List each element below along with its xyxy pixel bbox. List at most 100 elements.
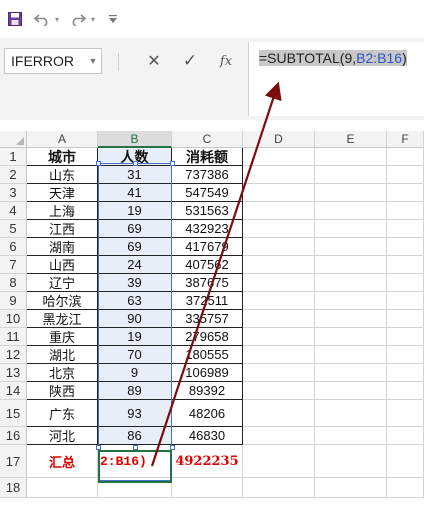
cell-c2[interactable]: 737386 — [172, 166, 243, 184]
cell-e6[interactable] — [315, 238, 387, 256]
cell-e12[interactable] — [315, 346, 387, 364]
column-header-d[interactable]: D — [243, 131, 315, 148]
row-header-8[interactable]: 8 — [0, 274, 27, 292]
selection-handle[interactable] — [133, 161, 138, 166]
cell-b4[interactable]: 19 — [98, 202, 172, 220]
row-header-7[interactable]: 7 — [0, 256, 27, 274]
cell-e9[interactable] — [315, 292, 387, 310]
cell-d9[interactable] — [243, 292, 315, 310]
cell-a14[interactable]: 陕西 — [27, 382, 98, 400]
cell-b15[interactable]: 93 — [98, 400, 172, 427]
insert-function-button[interactable]: fx — [212, 48, 240, 74]
cell-d12[interactable] — [243, 346, 315, 364]
cell-d2[interactable] — [243, 166, 315, 184]
cell-a8[interactable]: 辽宁 — [27, 274, 98, 292]
cell-a6[interactable]: 湖南 — [27, 238, 98, 256]
cell-d7[interactable] — [243, 256, 315, 274]
formula-input[interactable]: =SUBTOTAL(9,B2:B16) — [248, 42, 424, 116]
cancel-button[interactable]: ✕ — [140, 48, 168, 74]
row-header-6[interactable]: 6 — [0, 238, 27, 256]
selection-handle[interactable] — [170, 161, 175, 166]
cell-d18[interactable] — [243, 478, 315, 498]
cell-a5[interactable]: 江西 — [27, 220, 98, 238]
cell-d5[interactable] — [243, 220, 315, 238]
cell-e18[interactable] — [315, 478, 387, 498]
cell-b12[interactable]: 70 — [98, 346, 172, 364]
cell-b13[interactable]: 9 — [98, 364, 172, 382]
cell-b2[interactable]: 31 — [98, 166, 172, 184]
undo-dropdown-icon[interactable]: ▾ — [52, 9, 62, 29]
cell-a4[interactable]: 上海 — [27, 202, 98, 220]
cell-a10[interactable]: 黑龙江 — [27, 310, 98, 328]
cell-f15[interactable] — [387, 400, 424, 427]
row-header-17[interactable]: 17 — [0, 445, 27, 478]
row-header-10[interactable]: 10 — [0, 310, 27, 328]
cell-c4[interactable]: 531563 — [172, 202, 243, 220]
cell-b16[interactable]: 86 — [98, 427, 172, 445]
cell-f2[interactable] — [387, 166, 424, 184]
cell-e13[interactable] — [315, 364, 387, 382]
row-header-3[interactable]: 3 — [0, 184, 27, 202]
cell-e17[interactable] — [315, 445, 387, 478]
cell-f13[interactable] — [387, 364, 424, 382]
total-label-cell[interactable]: 汇总 — [27, 445, 98, 478]
cell-d11[interactable] — [243, 328, 315, 346]
cell-c15[interactable]: 48206 — [172, 400, 243, 427]
header-cell-a[interactable]: 城市 — [27, 148, 98, 166]
selection-handle[interactable] — [133, 445, 138, 450]
cell-d17[interactable] — [243, 445, 315, 478]
cell-b9[interactable]: 63 — [98, 292, 172, 310]
cell-c16[interactable]: 46830 — [172, 427, 243, 445]
row-header-15[interactable]: 15 — [0, 400, 27, 427]
cell-f12[interactable] — [387, 346, 424, 364]
cell-e4[interactable] — [315, 202, 387, 220]
cell-c6[interactable]: 417679 — [172, 238, 243, 256]
cell-a15[interactable]: 广东 — [27, 400, 98, 427]
cell-e14[interactable] — [315, 382, 387, 400]
cell-e16[interactable] — [315, 427, 387, 445]
row-header-13[interactable]: 13 — [0, 364, 27, 382]
cell-b14[interactable]: 89 — [98, 382, 172, 400]
redo-icon[interactable] — [68, 9, 88, 29]
cell-b3[interactable]: 41 — [98, 184, 172, 202]
cell-c11[interactable]: 279658 — [172, 328, 243, 346]
cell-f16[interactable] — [387, 427, 424, 445]
row-header-11[interactable]: 11 — [0, 328, 27, 346]
selection-handle[interactable] — [170, 445, 175, 450]
row-header-9[interactable]: 9 — [0, 292, 27, 310]
cell-e5[interactable] — [315, 220, 387, 238]
redo-dropdown-icon[interactable]: ▾ — [88, 9, 98, 29]
cell-b7[interactable]: 24 — [98, 256, 172, 274]
row-header-18[interactable]: 18 — [0, 478, 27, 498]
customize-toolbar-icon[interactable] — [106, 9, 120, 29]
chevron-down-icon[interactable]: ▼ — [85, 56, 101, 66]
cell-c5[interactable]: 432923 — [172, 220, 243, 238]
cell-d15[interactable] — [243, 400, 315, 427]
cell-d16[interactable] — [243, 427, 315, 445]
cell-b6[interactable]: 69 — [98, 238, 172, 256]
cell-f17[interactable] — [387, 445, 424, 478]
cell-e8[interactable] — [315, 274, 387, 292]
select-all-corner[interactable] — [0, 131, 27, 148]
row-header-1[interactable]: 1 — [0, 148, 27, 166]
cell-e2[interactable] — [315, 166, 387, 184]
cell-c7[interactable]: 407562 — [172, 256, 243, 274]
cell-d6[interactable] — [243, 238, 315, 256]
cell-f18[interactable] — [387, 478, 424, 498]
cell-f14[interactable] — [387, 382, 424, 400]
column-header-e[interactable]: E — [315, 131, 387, 148]
cell-a12[interactable]: 湖北 — [27, 346, 98, 364]
cell-a2[interactable]: 山东 — [27, 166, 98, 184]
cell-b5[interactable]: 69 — [98, 220, 172, 238]
cell-c12[interactable]: 180555 — [172, 346, 243, 364]
cell-f1[interactable] — [387, 148, 424, 166]
column-header-b[interactable]: B — [98, 131, 172, 148]
cell-f11[interactable] — [387, 328, 424, 346]
cell-c3[interactable]: 547549 — [172, 184, 243, 202]
cell-e1[interactable] — [315, 148, 387, 166]
cell-d1[interactable] — [243, 148, 315, 166]
cell-c8[interactable]: 387675 — [172, 274, 243, 292]
cell-c13[interactable]: 106989 — [172, 364, 243, 382]
cell-d8[interactable] — [243, 274, 315, 292]
cell-e3[interactable] — [315, 184, 387, 202]
